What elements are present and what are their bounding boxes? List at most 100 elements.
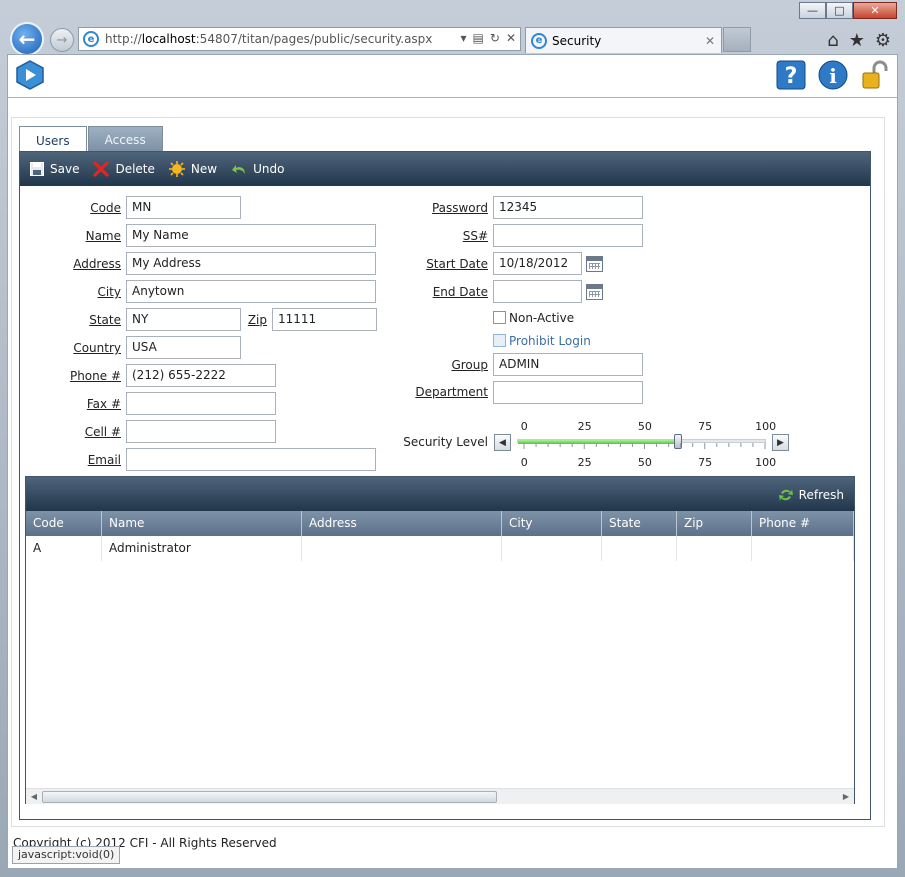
phone-field[interactable]: (212) 655-2222 — [126, 364, 276, 387]
new-button[interactable]: New — [168, 161, 218, 177]
zip-label: Zip — [247, 313, 267, 327]
end-date-calendar-icon[interactable] — [586, 284, 603, 300]
cell-field[interactable] — [126, 420, 276, 443]
department-label: Department — [415, 385, 488, 399]
scroll-left-icon[interactable]: ◀ — [27, 790, 41, 803]
table-cell — [302, 536, 502, 561]
grid-column-header[interactable]: Name — [102, 511, 302, 536]
undo-label: Undo — [253, 162, 285, 176]
maximize-button[interactable]: □ — [826, 2, 853, 19]
grid-column-header[interactable]: Zip — [677, 511, 752, 536]
tab-close-icon[interactable]: ✕ — [705, 34, 715, 48]
table-cell: Administrator — [102, 536, 302, 561]
refresh-label: Refresh — [798, 488, 844, 502]
password-label: Password — [431, 201, 488, 215]
address-bar[interactable]: e http://localhost:54807/titan/pages/pub… — [78, 27, 521, 51]
scroll-thumb[interactable] — [42, 791, 497, 803]
back-button[interactable]: ← — [10, 22, 44, 56]
country-field[interactable]: USA — [126, 336, 241, 359]
slider-tick-label: 0 — [520, 456, 528, 469]
slider-tick-label: 75 — [698, 456, 713, 469]
scroll-right-icon[interactable]: ▶ — [839, 790, 853, 803]
tab-users[interactable]: Users — [19, 126, 87, 154]
settings-gear-icon[interactable]: ⚙ — [875, 30, 891, 51]
search-dropdown-icon[interactable]: ▾ — [461, 31, 467, 45]
non-active-checkbox[interactable] — [493, 311, 506, 324]
undo-button[interactable]: Undo — [231, 161, 284, 177]
info-icon[interactable]: i — [818, 60, 848, 90]
save-label: Save — [50, 162, 80, 176]
refresh-button[interactable]: Refresh — [778, 487, 844, 503]
address-field[interactable]: My Address — [126, 252, 376, 275]
browser-tools: ⌂ ★ ⚙ — [827, 30, 891, 51]
fax-field[interactable] — [126, 392, 276, 415]
tab-access[interactable]: Access — [87, 126, 163, 153]
grid-column-header[interactable]: State — [602, 511, 677, 536]
email-field[interactable] — [126, 448, 376, 471]
grid-column-header[interactable]: Phone # — [752, 511, 854, 536]
delete-label: Delete — [115, 162, 155, 176]
prohibit-login-label: Prohibit Login — [509, 334, 591, 348]
code-field[interactable]: MN — [126, 196, 241, 219]
name-field[interactable]: My Name — [126, 224, 376, 247]
state-label: State — [89, 313, 121, 327]
table-cell — [502, 536, 602, 561]
start-date-calendar-icon[interactable] — [586, 256, 603, 272]
new-tab-button[interactable] — [723, 27, 751, 52]
save-button[interactable]: Save — [30, 162, 79, 176]
delete-x-icon — [93, 161, 110, 177]
end-date-label: End Date — [432, 285, 488, 299]
right-arrow-icon: ▶ — [777, 437, 784, 448]
delete-button[interactable]: Delete — [93, 161, 155, 177]
fax-label: Fax # — [86, 397, 121, 411]
grid-header-row: Code Name Address City State Zip Phone # — [26, 511, 854, 536]
non-active-label: Non-Active — [509, 311, 575, 325]
compatibility-icon[interactable]: ▤ — [473, 31, 484, 45]
table-row[interactable]: A Administrator — [26, 536, 854, 561]
security-level-label: Security Level — [403, 435, 488, 449]
unlock-icon[interactable] — [860, 60, 890, 90]
city-field[interactable]: Anytown — [126, 280, 376, 303]
close-window-button[interactable]: ✕ — [853, 2, 897, 19]
slider-tick-label: 75 — [698, 420, 713, 433]
ie-tab-icon: e — [531, 32, 547, 49]
horizontal-scrollbar[interactable]: ◀ ▶ — [26, 788, 854, 804]
grid-column-header[interactable]: Address — [302, 511, 502, 536]
zip-field[interactable]: 11111 — [272, 308, 377, 331]
email-label: Email — [87, 453, 121, 467]
state-field[interactable]: NY — [126, 308, 241, 331]
slider-tick-label: 100 — [755, 420, 777, 433]
phone-label: Phone # — [69, 369, 121, 383]
refresh-icon — [778, 489, 793, 501]
slider-increase-button[interactable]: ▶ — [772, 434, 789, 451]
table-cell — [752, 536, 854, 561]
slider-decrease-button[interactable]: ◀ — [494, 434, 511, 451]
help-icon[interactable]: ? — [776, 60, 806, 90]
browser-tab-security[interactable]: e Security ✕ — [525, 27, 722, 53]
left-arrow-icon: ◀ — [499, 437, 506, 448]
end-date-field[interactable] — [493, 280, 582, 303]
slider-tick-label: 50 — [637, 420, 652, 433]
minimize-button[interactable]: — — [799, 2, 826, 19]
start-date-label: Start Date — [426, 257, 488, 271]
grid-column-header[interactable]: City — [502, 511, 602, 536]
favorites-star-icon[interactable]: ★ — [849, 30, 865, 51]
group-label: Group — [451, 358, 488, 372]
ss-field[interactable] — [493, 224, 643, 247]
grid-column-header[interactable]: Code — [26, 511, 102, 536]
app-logo-icon[interactable] — [16, 60, 44, 90]
start-date-field[interactable]: 10/18/2012 — [493, 252, 582, 275]
department-field[interactable] — [493, 381, 643, 404]
stop-icon[interactable]: ✕ — [506, 31, 516, 45]
new-star-icon — [168, 161, 185, 177]
home-icon[interactable]: ⌂ — [827, 30, 838, 51]
slider-tick-label: 100 — [755, 456, 777, 469]
group-field[interactable]: ADMIN — [493, 353, 643, 376]
new-label: New — [190, 162, 218, 176]
forward-button[interactable]: → — [50, 28, 74, 52]
prohibit-login-checkbox[interactable] — [493, 334, 506, 347]
ie-icon: e — [83, 31, 99, 47]
refresh-icon[interactable]: ↻ — [490, 31, 500, 45]
window-controls: — □ ✕ — [799, 2, 897, 19]
password-field[interactable]: 12345 — [493, 196, 643, 219]
